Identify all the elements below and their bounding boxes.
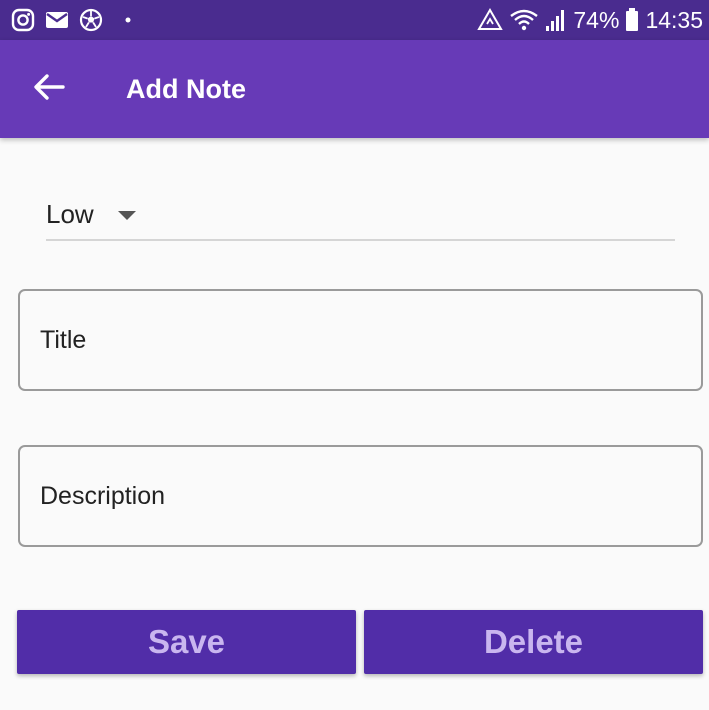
title-field[interactable]: Title xyxy=(18,289,703,391)
page-title: Add Note xyxy=(126,74,246,104)
app-bar: Add Note xyxy=(0,40,709,138)
battery-percent: 74% xyxy=(573,7,620,33)
battery-icon xyxy=(625,8,639,32)
notification-icons xyxy=(11,7,131,33)
instagram-icon xyxy=(11,8,35,32)
save-button[interactable]: Save xyxy=(17,610,356,674)
clock: 14:35 xyxy=(645,7,703,33)
priority-dropdown[interactable]: Low xyxy=(46,193,675,241)
delete-button[interactable]: Delete xyxy=(364,610,703,674)
priority-selected-value: Low xyxy=(46,199,94,229)
mail-icon xyxy=(45,10,69,30)
wifi-icon xyxy=(509,8,539,32)
data-saver-icon xyxy=(477,8,504,32)
system-icons: 74% 14:35 xyxy=(477,6,703,34)
description-field[interactable]: Description xyxy=(18,445,703,547)
dot-icon xyxy=(125,17,131,23)
back-button[interactable] xyxy=(26,66,72,112)
soccer-ball-icon xyxy=(79,8,103,32)
description-placeholder: Description xyxy=(40,482,166,510)
status-bar: 74% 14:35 xyxy=(0,0,709,40)
title-placeholder: Title xyxy=(40,326,87,354)
dropdown-caret-icon xyxy=(118,208,136,226)
signal-icon xyxy=(545,8,567,32)
arrow-back-icon xyxy=(33,73,65,106)
